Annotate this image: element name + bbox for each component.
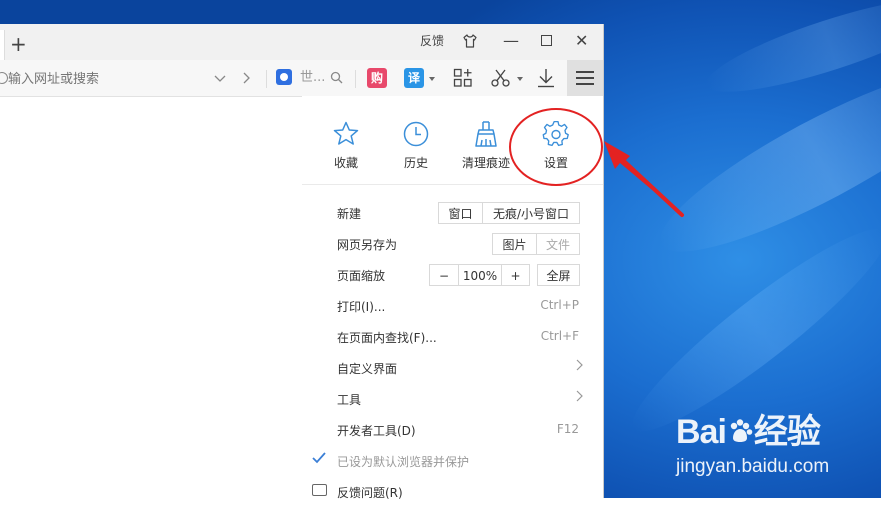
- watermark-brand: Bai: [676, 413, 727, 451]
- baidu-jingyan-logo: Bai 经验: [676, 404, 821, 453]
- watermark-url: jingyan.baidu.com: [676, 456, 830, 477]
- baidu-paw-icon: [730, 419, 753, 442]
- watermark-brand: 经验: [753, 413, 821, 451]
